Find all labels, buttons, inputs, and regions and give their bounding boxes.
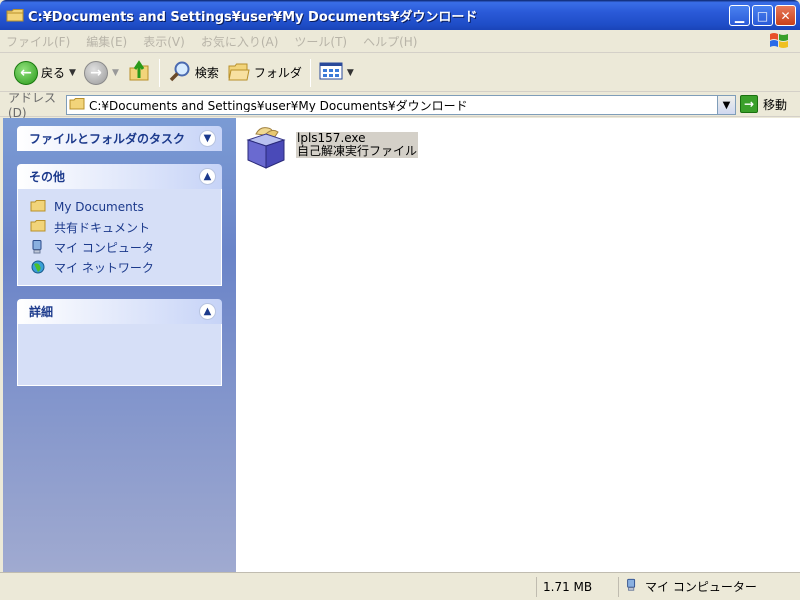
sidebar-item-my-documents[interactable]: My Documents: [18, 197, 221, 217]
panel-title-other: その他: [29, 170, 66, 184]
minimize-icon: ▁: [734, 8, 745, 23]
sidebar-item-my-computer[interactable]: マイ コンピュータ: [18, 237, 221, 257]
panel-body-details: [17, 324, 222, 386]
window-controls: ▁ □ ✕: [729, 5, 796, 26]
file-label: lpls157.exe 自己解凍実行ファイル: [296, 132, 419, 158]
sidebar-item-shared-documents[interactable]: 共有ドキュメント: [18, 217, 221, 237]
window-title: C:¥Documents and Settings¥user¥My Docume…: [28, 9, 478, 25]
title-bar[interactable]: C:¥Documents and Settings¥user¥My Docume…: [0, 0, 800, 30]
address-dropdown-icon[interactable]: ▼: [717, 96, 735, 114]
close-icon: ✕: [780, 8, 791, 23]
file-type: 自己解凍実行ファイル: [297, 144, 418, 158]
address-label: アドレス(D): [8, 91, 57, 120]
back-arrow-icon: ←: [14, 60, 38, 85]
folders-label: フォルダ: [253, 66, 302, 80]
folders-button[interactable]: フォルダ: [223, 57, 306, 89]
search-icon: [168, 59, 192, 86]
file-list-area[interactable]: lpls157.exe 自己解凍実行ファイル: [236, 118, 800, 572]
status-location-label: マイ コンピューター: [645, 580, 757, 594]
forward-arrow-icon: →: [83, 60, 108, 85]
go-label: 移動: [763, 97, 788, 112]
folder-icon: [6, 8, 24, 22]
panel-details: 詳細 ▲: [17, 299, 222, 386]
computer-icon: [30, 240, 46, 254]
panel-title-tasks: ファイルとフォルダのタスク: [29, 132, 186, 146]
address-box[interactable]: ▼: [66, 95, 736, 115]
up-folder-icon: [127, 59, 151, 86]
back-dropdown-icon[interactable]: ▼: [69, 68, 76, 78]
panel-other-places: その他 ▲ My Documents 共有ドキュメント マイ コンピュータ マイ…: [17, 164, 222, 286]
menu-favorites[interactable]: お気に入り(A): [201, 33, 279, 50]
sidebar-item-label: マイ ネットワーク: [54, 260, 154, 275]
status-message: [0, 577, 536, 597]
views-button[interactable]: ▼: [315, 57, 358, 89]
status-size: 1.71 MB: [536, 576, 618, 597]
status-bar: 1.71 MB マイ コンピューター: [0, 572, 800, 600]
minimize-button[interactable]: ▁: [729, 5, 750, 26]
toolbar-separator: [309, 58, 311, 87]
folder-icon: [30, 220, 46, 234]
panel-header-tasks[interactable]: ファイルとフォルダのタスク ▼: [17, 126, 222, 151]
forward-dropdown-icon[interactable]: ▼: [112, 68, 119, 78]
panel-body-other: My Documents 共有ドキュメント マイ コンピュータ マイ ネットワー…: [17, 189, 222, 286]
computer-icon: [625, 578, 639, 595]
maximize-icon: □: [756, 8, 769, 23]
chevron-up-icon[interactable]: ▲: [199, 168, 216, 185]
menu-edit[interactable]: 編集(E): [86, 33, 127, 50]
menu-file[interactable]: ファイル(F): [6, 33, 70, 50]
menu-bar: ファイル(F) 編集(E) 表示(V) お気に入り(A) ツール(T) ヘルプ(…: [0, 30, 800, 53]
task-pane: ファイルとフォルダのタスク ▼ その他 ▲ My Documents 共有ドキュ…: [3, 118, 236, 572]
chevron-down-icon[interactable]: ▼: [199, 130, 216, 147]
sidebar-item-label: マイ コンピュータ: [54, 240, 154, 255]
menu-view[interactable]: 表示(V): [143, 33, 185, 50]
views-dropdown-icon: ▼: [346, 67, 354, 78]
panel-header-details[interactable]: 詳細 ▲: [17, 299, 222, 324]
go-arrow-icon: →: [740, 95, 758, 113]
address-bar: アドレス(D) ▼ → 移動: [0, 91, 800, 120]
folder-icon: [69, 97, 85, 113]
back-button[interactable]: ← 戻る ▼: [10, 57, 80, 89]
sidebar-item-label: My Documents: [54, 200, 144, 214]
maximize-button[interactable]: □: [752, 5, 773, 26]
address-input[interactable]: [89, 98, 735, 112]
close-button[interactable]: ✕: [775, 5, 796, 26]
back-label: 戻る: [41, 66, 66, 80]
panel-header-other[interactable]: その他 ▲: [17, 164, 222, 189]
search-button[interactable]: 検索: [164, 57, 223, 89]
go-button[interactable]: → 移動: [740, 95, 787, 113]
folder-icon: [30, 200, 46, 214]
panel-file-folder-tasks: ファイルとフォルダのタスク ▼: [17, 126, 222, 151]
sidebar-item-my-network[interactable]: マイ ネットワーク: [18, 257, 221, 277]
toolbar-separator: [158, 58, 160, 87]
status-location: マイ コンピューター: [618, 576, 800, 597]
panel-title-details: 詳細: [29, 305, 54, 319]
network-icon: [30, 260, 46, 274]
sidebar-item-label: 共有ドキュメント: [54, 220, 151, 235]
forward-button[interactable]: → ▼: [80, 57, 123, 89]
search-label: 検索: [194, 66, 219, 80]
up-folder-button[interactable]: [123, 57, 155, 89]
folders-icon: [227, 60, 251, 85]
menu-tools[interactable]: ツール(T): [294, 33, 347, 50]
file-item[interactable]: lpls157.exe 自己解凍実行ファイル: [242, 124, 419, 170]
installer-box-icon: [242, 124, 290, 170]
views-grid-icon: [319, 61, 343, 84]
chevron-up-icon[interactable]: ▲: [199, 303, 216, 320]
menu-help[interactable]: ヘルプ(H): [363, 33, 417, 50]
toolbar: ← 戻る ▼ → ▼ 検索 フォルダ ▼: [0, 54, 800, 92]
windows-logo-icon: [768, 31, 790, 51]
